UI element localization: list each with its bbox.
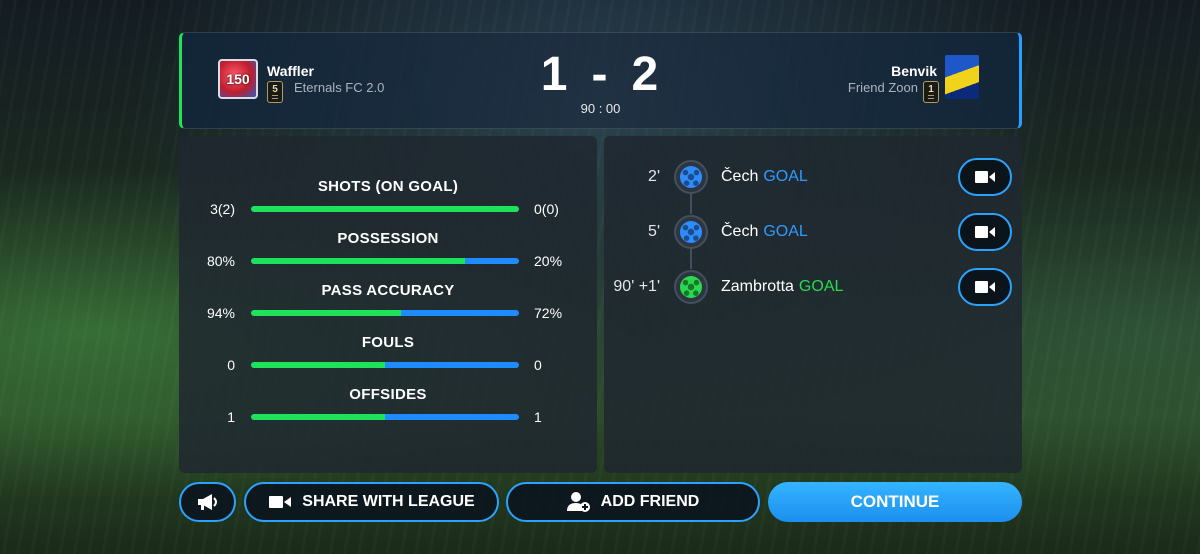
stat-title: POSSESSION [337,230,439,247]
stat-bar [251,206,519,212]
home-club-name: Eternals FC 2.0 [294,80,385,95]
stat-away-value: 0(0) [534,201,559,217]
home-crest-text: 150 [226,71,250,87]
match-events-panel: 2' Čech GOAL 5' Čech GOAL 90' +1' Zambrott… [604,136,1022,473]
event-row: 2' Čech GOAL [604,157,1022,197]
home-score: 1 [540,48,570,101]
away-rank-badge: 1 [923,81,939,103]
stat-home-value: 80% [206,253,235,269]
stat-bar [251,414,519,420]
add-user-icon [566,492,590,512]
football-icon [674,270,708,304]
stat-away-value: 1 [534,409,542,425]
megaphone-icon [197,494,217,510]
video-camera-icon [269,496,292,508]
stat-bar [251,258,519,264]
event-description: Čech GOAL [721,223,808,241]
stat-home-value: 94% [206,305,235,321]
replay-button[interactable] [958,213,1012,251]
stat-title: SHOTS (ON GOAL) [317,178,459,195]
stat-title: PASS ACCURACY [321,282,455,299]
stat-home-value: 1 [227,409,235,425]
away-team-name: Benvik [891,63,937,79]
home-rank-badge: 5 [267,81,283,103]
share-with-league-button[interactable]: SHARE WITH LEAGUE [244,482,499,522]
event-description: Čech GOAL [721,168,808,186]
score-separator: - [591,48,610,101]
stat-away-value: 20% [534,253,563,269]
stat-title: FOULS [361,334,415,351]
share-label: SHARE WITH LEAGUE [302,493,475,510]
stat-title: OFFSIDES [349,386,427,403]
stat-away-value: 0 [534,357,542,373]
event-description: Zambrotta GOAL [721,278,843,296]
stat-bar-home-fill [251,362,385,368]
stat-bar-home-fill [251,206,519,212]
replay-button[interactable] [958,158,1012,196]
stat-home-value: 0 [227,357,235,373]
stat-bar [251,362,519,368]
continue-label: CONTINUE [850,492,940,511]
stat-bar-home-fill [251,310,402,316]
event-minute: 5' [648,223,660,240]
continue-button[interactable]: CONTINUE [768,482,1022,522]
event-minute: 2' [648,168,660,185]
event-row: 90' +1' Zambrotta GOAL [604,267,1022,307]
away-score: 2 [631,48,661,101]
event-type: GOAL [798,278,844,295]
match-score: 1 - 2 [541,47,660,102]
stat-away-value: 72% [534,305,563,321]
video-camera-icon [975,226,995,238]
home-team-crest: 150 [218,59,258,99]
away-club-name: Friend Zoon [847,80,918,95]
event-player-name: Zambrotta [721,278,794,295]
match-stats-panel: SHOTS (ON GOAL) 3(2) 0(0) POSSESSION 80%… [179,136,597,473]
stat-bar [251,310,519,316]
video-camera-icon [975,171,995,183]
video-camera-icon [975,281,995,293]
add-friend-button[interactable]: ADD FRIEND [506,482,760,522]
home-team-name: Waffler [267,63,314,79]
football-icon [674,215,708,249]
scoreboard: 150 Waffler 5 Eternals FC 2.0 1 - 2 90 :… [179,32,1022,129]
stat-home-value: 3(2) [210,201,235,217]
match-time: 90 : 00 [580,101,621,116]
event-row: 5' Čech GOAL [604,212,1022,252]
event-player-name: Čech [721,223,759,240]
event-minute: 90' +1' [613,278,660,295]
football-icon [674,160,708,194]
event-type: GOAL [763,223,808,240]
add-friend-label: ADD FRIEND [600,493,700,510]
stat-bar-home-fill [251,414,385,420]
event-player-name: Čech [721,168,759,185]
event-type: GOAL [763,168,808,185]
replay-button[interactable] [958,268,1012,306]
megaphone-button[interactable] [179,482,236,522]
away-team-crest [945,55,979,99]
stat-bar-home-fill [251,258,466,264]
